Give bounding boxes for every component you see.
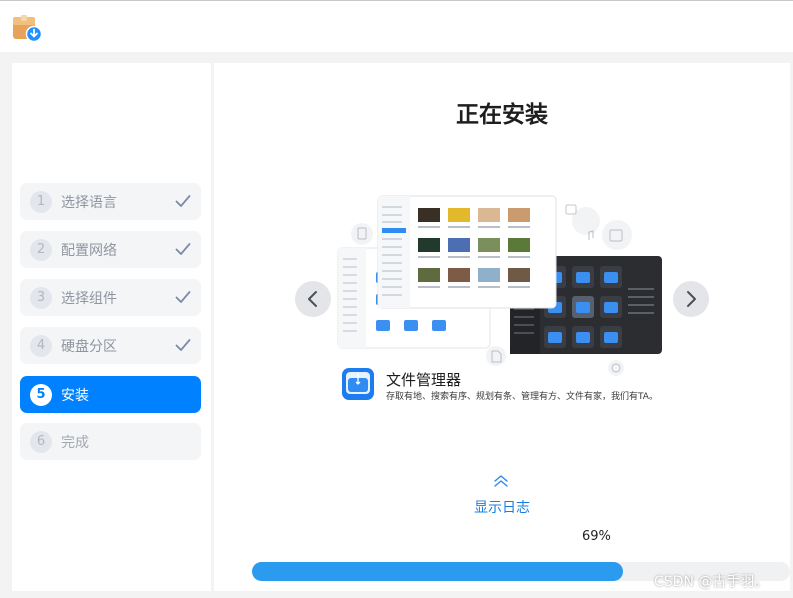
- chevron-right-icon: [687, 291, 696, 307]
- feature-title: 文件管理器: [386, 371, 462, 389]
- step-number: 4: [30, 334, 52, 357]
- checkmark-icon: [175, 243, 191, 255]
- step-label: 选择语言: [61, 194, 117, 211]
- chevron-left-icon: [308, 291, 317, 307]
- install-panel: 正在安装 文件管理器 存取有地、搜索有序、规划有条、管理有方、文件有家，我们有T…: [214, 63, 790, 591]
- progress-percent: 69%: [582, 529, 611, 544]
- step-number: 3: [30, 286, 52, 309]
- step-number: 1: [30, 190, 52, 213]
- step-configure-network: 2 配置网络: [20, 231, 201, 268]
- double-chevron-up-icon: [494, 475, 508, 487]
- checkmark-icon: [175, 339, 191, 351]
- page-title: 正在安装: [456, 102, 548, 128]
- watermark: CSDN @古手羽。: [654, 574, 769, 590]
- step-label: 选择组件: [61, 290, 117, 307]
- title-bar: [0, 0, 793, 52]
- install-progress-fill: [252, 562, 624, 581]
- step-label: 完成: [61, 434, 89, 451]
- step-number: 6: [30, 430, 52, 453]
- step-select-language: 1 选择语言: [20, 183, 201, 220]
- previous-slide-button[interactable]: [295, 281, 331, 317]
- step-install: 5 安装: [20, 376, 201, 413]
- step-label: 硬盘分区: [61, 338, 117, 355]
- step-select-components: 3 选择组件: [20, 279, 201, 316]
- step-finish: 6 完成: [20, 423, 201, 460]
- feature-description: 存取有地、搜索有序、规划有条、管理有方、文件有家，我们有TA。: [386, 392, 658, 402]
- checkmark-icon: [175, 291, 191, 303]
- step-label: 配置网络: [61, 242, 117, 259]
- step-sidebar: 1 选择语言 2 配置网络 3 选择组件 4 硬盘分区 5 安装 6 完成: [12, 63, 211, 591]
- show-log-toggle[interactable]: 显示日志: [214, 469, 790, 519]
- checkmark-icon: [175, 195, 191, 207]
- show-log-label[interactable]: 显示日志: [214, 497, 790, 517]
- next-slide-button[interactable]: [673, 281, 709, 317]
- file-manager-screenshot-illustration: [337, 195, 662, 400]
- step-disk-partition: 4 硬盘分区: [20, 327, 201, 364]
- step-number: 2: [30, 238, 52, 261]
- step-number: 5: [30, 383, 52, 406]
- step-label: 安装: [61, 387, 89, 404]
- installer-box-download-icon: [13, 15, 42, 43]
